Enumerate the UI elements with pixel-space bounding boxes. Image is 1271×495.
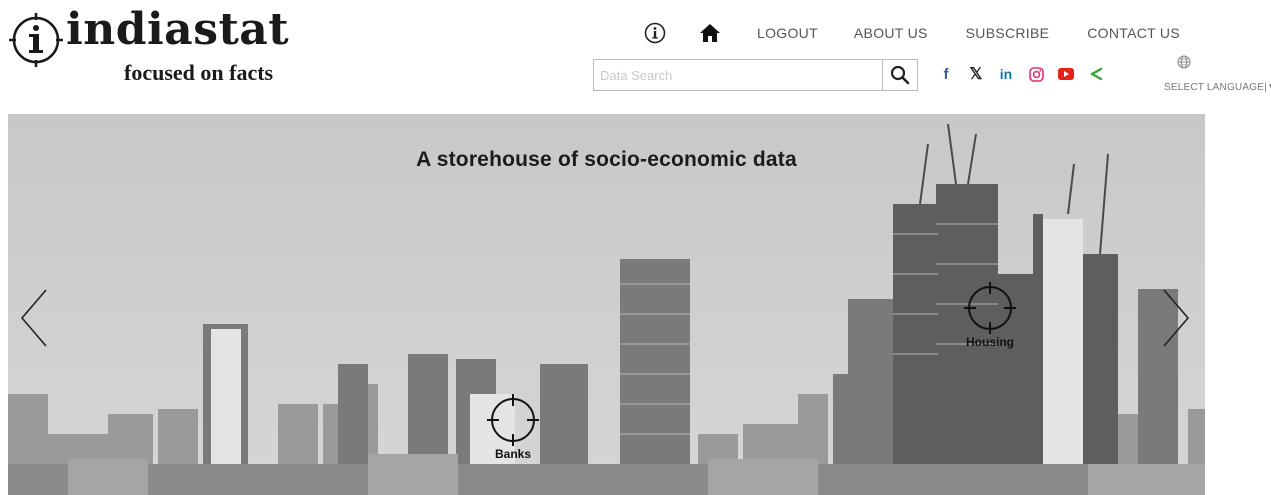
- hero-banner-carousel: A storehouse of socio-economic data Hous…: [8, 114, 1205, 495]
- search-button[interactable]: [882, 59, 918, 91]
- carousel-prev-button[interactable]: [18, 286, 52, 350]
- carousel-next-button[interactable]: [1158, 286, 1192, 350]
- select-language-dropdown[interactable]: SELECT LANGUAGE|▼: [1160, 55, 1271, 95]
- data-search-input[interactable]: [593, 59, 883, 91]
- select-language-label: SELECT LANGUAGE|▼: [1164, 82, 1271, 93]
- nav-contact-us-link[interactable]: CONTACT US: [1087, 25, 1180, 41]
- nav-subscribe-link[interactable]: SUBSCRIBE: [966, 25, 1050, 41]
- facebook-icon[interactable]: f: [934, 62, 958, 86]
- share-icon[interactable]: [1084, 62, 1108, 86]
- x-icon[interactable]: 𝕏: [964, 62, 988, 86]
- hotspot-housing[interactable]: Housing: [955, 280, 1025, 349]
- hotspot-label: Banks: [494, 447, 532, 461]
- youtube-icon[interactable]: [1054, 62, 1078, 86]
- hotspot-banks[interactable]: Banks: [478, 392, 548, 461]
- info-circle-icon[interactable]: [640, 18, 670, 48]
- instagram-icon[interactable]: [1024, 62, 1048, 86]
- hotspot-label: Housing: [966, 335, 1014, 349]
- chevron-left-icon: [20, 289, 47, 347]
- chevron-right-icon: [1163, 289, 1190, 347]
- indiastat-logo[interactable]: indiastat focused on facts: [8, 4, 298, 88]
- social-links: f 𝕏 in: [934, 62, 1114, 86]
- nav-logout-link[interactable]: LOGOUT: [757, 25, 818, 41]
- globe-icon: [1177, 55, 1191, 69]
- logo-name: indiastat: [66, 4, 290, 55]
- nav-about-us-link[interactable]: ABOUT US: [854, 25, 928, 41]
- search-icon: [890, 65, 910, 85]
- logo-crosshair-icon: [9, 13, 63, 67]
- crosshair-icon: [487, 394, 539, 446]
- home-icon[interactable]: [695, 18, 725, 48]
- logo-tagline: focused on facts: [124, 60, 274, 85]
- linkedin-icon[interactable]: in: [994, 62, 1018, 86]
- banner-title: A storehouse of socio-economic data: [416, 148, 797, 171]
- crosshair-icon: [964, 282, 1016, 334]
- top-navigation: LOGOUT ABOUT US SUBSCRIBE CONTACT US: [640, 18, 1180, 48]
